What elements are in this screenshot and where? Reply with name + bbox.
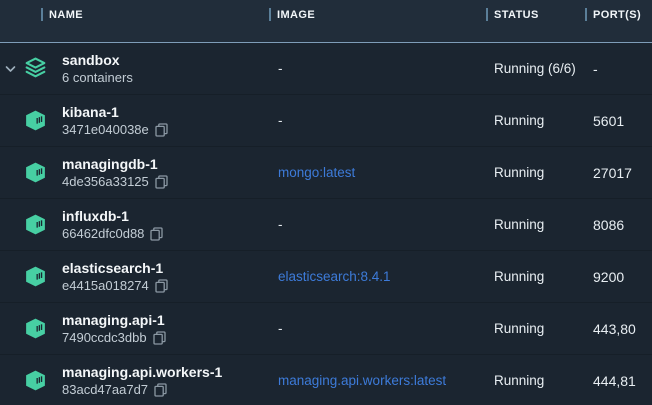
ports-cell: 443,80: [593, 321, 652, 337]
copy-icon[interactable]: [153, 331, 166, 345]
status-cell: Running: [494, 217, 593, 232]
ports-cell: -: [593, 61, 652, 77]
name-block: sandbox 6 containers: [62, 51, 133, 87]
table-row[interactable]: managing.api-1 7490ccdc3dbb - Running 44…: [0, 303, 652, 355]
image-cell: -: [278, 113, 494, 128]
row-type-icon: [22, 264, 48, 290]
status-cell: Running: [494, 373, 593, 388]
name-cell: sandbox 6 containers: [0, 43, 278, 94]
image-cell[interactable]: elasticsearch:8.4.1: [278, 269, 494, 284]
container-id: 83acd47aa7d7: [62, 381, 148, 399]
container-icon: [23, 108, 48, 133]
chevron-down-icon[interactable]: [5, 65, 16, 73]
name-cell: influxdb-1 66462dfc0d88: [0, 199, 278, 250]
row-type-icon: [22, 212, 48, 238]
column-divider: [269, 8, 271, 21]
name-cell: kibana-1 3471e040038e: [0, 95, 278, 146]
name-block: influxdb-1 66462dfc0d88: [62, 207, 163, 243]
container-name: elasticsearch-1: [62, 259, 168, 277]
column-header-status-label: STATUS: [494, 9, 539, 21]
image-cell: -: [278, 61, 494, 76]
container-icon: [23, 212, 48, 237]
container-icon: [23, 316, 48, 341]
container-id: e4415a018274: [62, 277, 149, 295]
stack-icon: [23, 56, 48, 81]
container-id: 66462dfc0d88: [62, 225, 144, 243]
column-header-ports[interactable]: PORT(S): [585, 8, 641, 21]
column-header-name-label: NAME: [49, 9, 83, 21]
table-row[interactable]: sandbox 6 containers - Running (6/6) -: [0, 43, 652, 95]
container-name: managingdb-1: [62, 155, 168, 173]
name-block: managing.api-1 7490ccdc3dbb: [62, 311, 166, 347]
container-name: sandbox: [62, 51, 133, 69]
ports-cell: 27017: [593, 165, 652, 181]
name-block: elasticsearch-1 e4415a018274: [62, 259, 168, 295]
ports-cell: 444,81: [593, 373, 652, 389]
container-icon: [23, 368, 48, 393]
name-block: managing.api.workers-1 83acd47aa7d7: [62, 363, 222, 399]
status-cell: Running: [494, 165, 593, 180]
copy-icon[interactable]: [155, 123, 168, 137]
ports-cell: 8086: [593, 217, 652, 233]
column-header-status[interactable]: STATUS: [486, 8, 539, 21]
column-header-image[interactable]: IMAGE: [269, 8, 315, 21]
container-name: kibana-1: [62, 103, 168, 121]
container-id: 3471e040038e: [62, 121, 149, 139]
copy-icon[interactable]: [154, 383, 167, 397]
column-header-name[interactable]: NAME: [41, 8, 83, 21]
container-name: managing.api-1: [62, 311, 166, 329]
ports-cell: 9200: [593, 269, 652, 285]
table-row[interactable]: managing.api.workers-1 83acd47aa7d7 mana…: [0, 355, 652, 405]
container-icon: [23, 264, 48, 289]
status-cell: Running: [494, 269, 593, 284]
column-header-image-label: IMAGE: [277, 9, 315, 21]
image-cell: -: [278, 217, 494, 232]
row-type-icon: [22, 368, 48, 394]
table-row[interactable]: managingdb-1 4de356a33125 mongo:latest R…: [0, 147, 652, 199]
table-row[interactable]: kibana-1 3471e040038e - Running 5601: [0, 95, 652, 147]
container-id: 4de356a33125: [62, 173, 149, 191]
table-row[interactable]: elasticsearch-1 e4415a018274 elasticsear…: [0, 251, 652, 303]
container-id: 7490ccdc3dbb: [62, 329, 147, 347]
container-name: managing.api.workers-1: [62, 363, 222, 381]
row-type-icon: [22, 160, 48, 186]
status-cell: Running: [494, 321, 593, 336]
name-block: managingdb-1 4de356a33125: [62, 155, 168, 191]
container-name: influxdb-1: [62, 207, 163, 225]
image-cell: -: [278, 321, 494, 336]
container-id: 6 containers: [62, 69, 133, 87]
name-cell: managingdb-1 4de356a33125: [0, 147, 278, 198]
containers-table-body: sandbox 6 containers - Running (6/6) -: [0, 43, 652, 405]
copy-icon[interactable]: [155, 279, 168, 293]
image-cell[interactable]: mongo:latest: [278, 165, 494, 180]
status-cell: Running (6/6): [494, 61, 593, 76]
name-cell: managing.api.workers-1 83acd47aa7d7: [0, 355, 278, 405]
name-cell: elasticsearch-1 e4415a018274: [0, 251, 278, 302]
containers-table: NAME IMAGE STATUS PORT(S): [0, 0, 652, 405]
column-header-ports-label: PORT(S): [593, 9, 641, 21]
container-icon: [23, 160, 48, 185]
image-cell[interactable]: managing.api.workers:latest: [278, 373, 494, 388]
column-divider: [585, 8, 587, 21]
copy-icon[interactable]: [150, 227, 163, 241]
name-cell: managing.api-1 7490ccdc3dbb: [0, 303, 278, 354]
column-divider: [486, 8, 488, 21]
table-header: NAME IMAGE STATUS PORT(S): [0, 0, 652, 43]
status-cell: Running: [494, 113, 593, 128]
ports-cell: 5601: [593, 113, 652, 129]
copy-icon[interactable]: [155, 175, 168, 189]
column-divider: [41, 8, 43, 21]
name-block: kibana-1 3471e040038e: [62, 103, 168, 139]
row-type-icon: [22, 316, 48, 342]
row-type-icon: [22, 56, 48, 82]
row-type-icon: [22, 108, 48, 134]
table-row[interactable]: influxdb-1 66462dfc0d88 - Running 8086: [0, 199, 652, 251]
